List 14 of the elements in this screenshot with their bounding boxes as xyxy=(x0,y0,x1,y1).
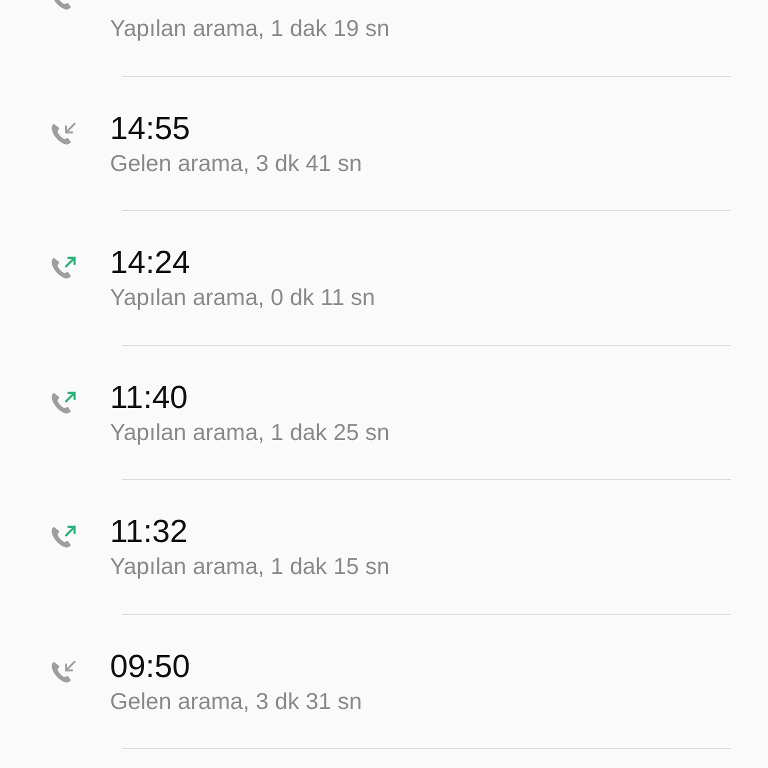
call-detail: Yapılan arama, 0 dk 11 sn xyxy=(110,284,376,310)
outgoing-call-icon xyxy=(49,523,77,549)
call-time: 09:50 xyxy=(110,648,190,684)
call-detail: Yapılan arama, 1 dak 19 sn xyxy=(110,15,390,41)
outgoing-call-icon xyxy=(49,254,77,280)
call-time: 14:24 xyxy=(110,244,190,280)
call-time: 11:32 xyxy=(110,513,188,549)
call-detail: Yapılan arama, 1 dak 15 sn xyxy=(110,553,390,579)
call-detail: Gelen arama, 3 dk 41 sn xyxy=(110,150,362,176)
outgoing-call-icon xyxy=(49,388,77,414)
call-time: 11:40 xyxy=(110,378,188,414)
call-detail: Gelen arama, 3 dk 31 sn xyxy=(110,688,362,714)
call-detail: Yapılan arama, 1 dak 25 sn xyxy=(110,418,390,444)
call-time: 14:55 xyxy=(110,110,190,146)
